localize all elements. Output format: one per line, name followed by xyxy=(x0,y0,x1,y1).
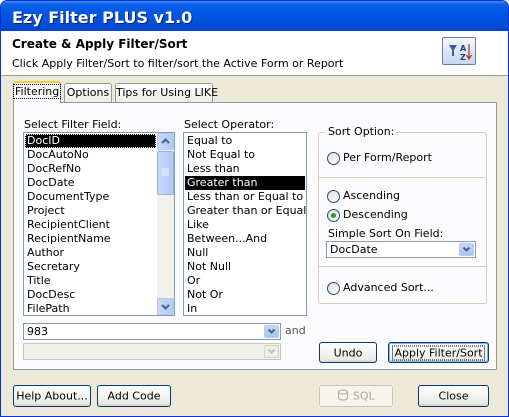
title-bar[interactable]: Ezy Filter PLUS v1.0 xyxy=(1,1,508,31)
tab-filtering[interactable]: Filtering xyxy=(12,81,62,103)
operator-item[interactable]: Greater than or Equal to xyxy=(185,204,306,218)
apply-button-label: Apply Filter/Sort xyxy=(392,345,485,360)
ascending-label[interactable]: Ascending xyxy=(343,189,400,202)
header-title: Create & Apply Filter/Sort xyxy=(12,37,188,51)
filter-field-item[interactable]: DocRefNo xyxy=(25,162,156,176)
filter-field-item[interactable]: FilePath xyxy=(25,302,156,315)
sort-az-icon: A Z xyxy=(442,37,476,65)
operator-item[interactable]: Null xyxy=(185,246,305,260)
operator-item[interactable]: Less than or Equal to xyxy=(185,190,305,204)
dropdown-button[interactable] xyxy=(264,325,279,338)
scroll-thumb[interactable] xyxy=(157,151,174,195)
descending-radio[interactable] xyxy=(327,209,340,222)
sql-button-label: SQL xyxy=(352,389,375,403)
per-form-report-label[interactable]: Per Form/Report xyxy=(343,151,432,164)
filter-field-item[interactable]: RecipientClient xyxy=(25,218,156,232)
filter-field-item[interactable]: Project xyxy=(25,204,156,218)
advanced-sort-radio[interactable] xyxy=(327,282,340,295)
operator-item[interactable]: In xyxy=(185,302,305,315)
apply-filter-sort-button[interactable]: Apply Filter/Sort xyxy=(388,342,489,363)
add-code-button[interactable]: Add Code xyxy=(97,385,171,407)
tab-filtering-label: Filtering xyxy=(12,84,62,99)
operator-item[interactable]: Not Null xyxy=(185,260,305,274)
operator-listbox[interactable]: Equal to Not Equal to Less than Greater tha… xyxy=(183,132,307,316)
operator-item[interactable]: Like xyxy=(185,218,305,232)
simple-sort-value: DocDate xyxy=(330,243,378,256)
sort-option-label: Sort Option: xyxy=(326,125,397,138)
grip-icon xyxy=(162,168,169,176)
scroll-up-button[interactable] xyxy=(157,133,174,150)
chevron-up-icon xyxy=(161,138,170,144)
tab-options[interactable]: Options xyxy=(64,83,112,102)
operator-item[interactable]: Less than xyxy=(185,162,305,176)
close-button-label: Close xyxy=(438,389,469,403)
divider xyxy=(319,266,486,267)
filter-field-listbox[interactable]: DocID DocAutoNo DocRefNo DocDate DocumentTyp… xyxy=(23,132,175,316)
dropdown-button[interactable] xyxy=(264,345,279,358)
tab-tips-like[interactable]: Tips for Using LIKE xyxy=(115,83,218,102)
help-about-button[interactable]: Help About... xyxy=(13,385,91,407)
filter-field-item[interactable]: DocDesc xyxy=(25,288,156,302)
filter-value-text: 983 xyxy=(27,325,48,338)
simple-sort-combo[interactable]: DocDate xyxy=(326,241,476,258)
filter-value-combo[interactable]: 983 xyxy=(23,323,281,340)
operator-item[interactable]: Not Or xyxy=(185,288,305,302)
filter-field-item[interactable]: Author xyxy=(25,246,156,260)
sql-button[interactable]: SQL xyxy=(319,385,393,407)
main-window: Ezy Filter PLUS v1.0 Create & Apply Filt… xyxy=(0,0,509,417)
svg-text:A: A xyxy=(460,44,467,53)
window-title: Ezy Filter PLUS v1.0 xyxy=(12,8,193,27)
ascending-radio[interactable] xyxy=(327,190,340,203)
filter-field-item[interactable]: DocumentType xyxy=(25,190,156,204)
sql-button-content: SQL xyxy=(320,389,392,403)
per-form-report-radio[interactable] xyxy=(327,152,340,165)
chevron-down-icon xyxy=(267,328,276,334)
database-icon xyxy=(338,389,349,401)
svg-text:Z: Z xyxy=(460,53,466,62)
filter-value2-combo[interactable] xyxy=(23,343,281,360)
close-button[interactable]: Close xyxy=(418,385,489,407)
undo-button-label: Undo xyxy=(333,346,363,359)
filter-field-item[interactable]: DocDate xyxy=(25,176,156,190)
filter-field-scrollbar[interactable] xyxy=(157,133,174,315)
operator-item[interactable]: Greater than xyxy=(185,176,305,190)
tab-options-label: Options xyxy=(66,86,110,99)
chevron-down-icon xyxy=(267,348,276,354)
undo-button[interactable]: Undo xyxy=(319,342,377,363)
simple-sort-label: Simple Sort On Field: xyxy=(328,227,444,240)
add-code-label: Add Code xyxy=(107,389,161,403)
filter-field-item[interactable]: DocAutoNo xyxy=(25,148,156,162)
operator-item[interactable]: Equal to xyxy=(185,134,305,148)
operator-item[interactable]: Between...And xyxy=(185,232,305,246)
dropdown-button[interactable] xyxy=(459,243,474,256)
filter-field-item[interactable]: Title xyxy=(25,274,156,288)
header-panel: Create & Apply Filter/Sort Click Apply F… xyxy=(1,31,508,76)
help-about-label: Help About... xyxy=(16,389,88,403)
operator-item[interactable]: Or xyxy=(185,274,305,288)
divider xyxy=(319,177,486,178)
tab-tips-label: Tips for Using LIKE xyxy=(116,86,219,99)
chevron-down-icon xyxy=(462,246,471,252)
scroll-down-button[interactable] xyxy=(157,298,174,315)
chevron-down-icon xyxy=(161,304,170,310)
filter-field-label: Select Filter Field: xyxy=(24,118,122,131)
descending-label[interactable]: Descending xyxy=(343,208,408,221)
filter-field-item[interactable]: DocID xyxy=(25,134,156,148)
advanced-sort-label[interactable]: Advanced Sort... xyxy=(343,281,434,294)
header-subtitle: Click Apply Filter/Sort to filter/sort t… xyxy=(12,57,344,70)
operator-item[interactable]: Not Equal to xyxy=(185,148,305,162)
operator-label: Select Operator: xyxy=(184,118,275,131)
filter-field-item[interactable]: RecipientName xyxy=(25,232,156,246)
and-label: and xyxy=(285,324,306,337)
filter-field-item[interactable]: Secretary xyxy=(25,260,156,274)
